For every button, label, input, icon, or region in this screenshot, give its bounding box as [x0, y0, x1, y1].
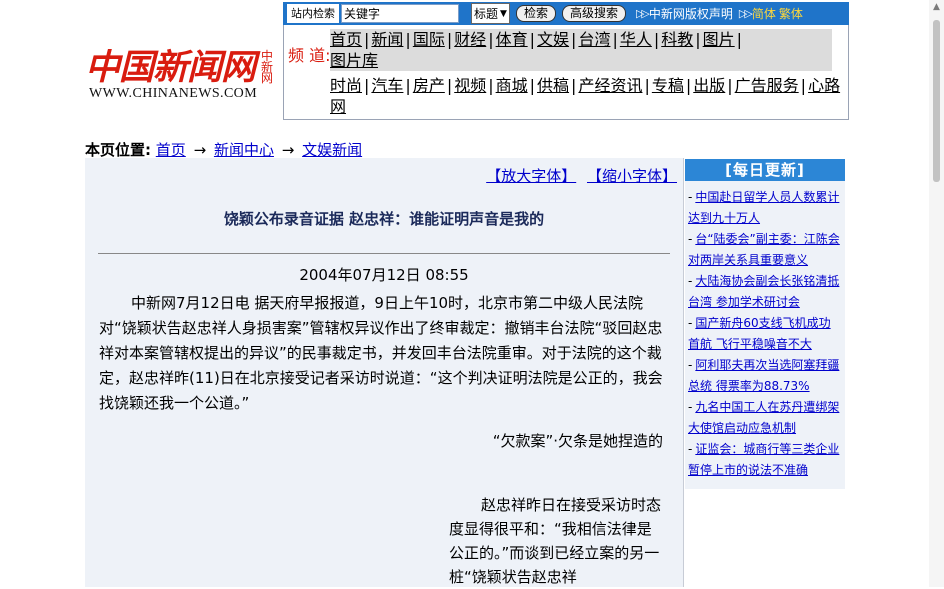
scroll-thumb[interactable]	[933, 20, 940, 182]
list-item: - 阿利耶夫再次当选阿塞拜疆总统 得票率为88.73%	[688, 358, 840, 393]
list-item: - 台“陆委会”副主委：江陈会对两岸关系具重要意义	[688, 232, 840, 267]
simplified-label: 简体	[751, 7, 776, 21]
double-arrow-icon: ▷▷	[635, 7, 650, 20]
channel-link[interactable]: 广告服务	[735, 76, 799, 95]
font-size-controls: 【放大字体】 【缩小字体】	[480, 165, 677, 186]
search-field-select[interactable]: 标题 ▼	[471, 3, 510, 24]
scroll-up-icon[interactable]: ▲	[929, 0, 944, 14]
channel-link[interactable]: 时尚	[330, 76, 362, 95]
channel-row-1: 首页 | 新闻 | 国际 | 财经 | 体育 | 文娱 | 台湾 | 华人 | 科教 | 图片 | 图片库	[330, 29, 832, 71]
channel-link[interactable]: 专稿	[652, 76, 684, 95]
breadcrumb-label: 本页位置:	[85, 141, 151, 159]
search-label: 站内检索	[287, 4, 339, 23]
advanced-search-button[interactable]: 高级搜索	[561, 5, 626, 22]
copyright-label: 中新网版权声明	[648, 7, 733, 21]
channel-link[interactable]: 视频	[454, 76, 486, 95]
channel-link[interactable]: 图片库	[330, 51, 378, 70]
search-input[interactable]	[341, 4, 459, 23]
channel-link[interactable]: 财经	[454, 30, 486, 49]
daily-update-panel: [每日更新] - 中国赴日留学人员人数累计达到九十万人 - 台“陆委会”副主委：江陈…	[685, 159, 845, 489]
article-paragraph: 赵忠祥昨日在接受采访时态度显得很平和：“我相信法律是公正的。”而谈到已经立案的另…	[449, 496, 662, 586]
daily-update-header: [每日更新]	[685, 159, 845, 181]
article: 【放大字体】 【缩小字体】 饶颖公布录音证据 赵忠祥：谁能证明声音是我的 200…	[85, 158, 684, 587]
list-item: - 大陆海协会副会长张铭清抵台湾 参加学术研讨会	[688, 274, 840, 309]
search-field-value: 标题	[474, 7, 499, 21]
article-title: 饶颖公布录音证据 赵忠祥：谁能证明声音是我的	[223, 210, 545, 228]
site-logo[interactable]: 中国新闻网 中新网 WWW.CHINANEWS.COM	[85, 48, 280, 108]
news-link[interactable]: 大陆海协会副会长张铭清抵台湾 参加学术研讨会	[688, 274, 839, 309]
font-shrink-link[interactable]: 【缩小字体】	[587, 167, 677, 185]
breadcrumb-link[interactable]: 新闻中心	[214, 141, 274, 159]
news-link[interactable]: 中国赴日留学人员人数累计达到九十万人	[688, 190, 839, 225]
logo-url: WWW.CHINANEWS.COM	[89, 86, 258, 101]
list-item: - 九名中国工人在苏丹遭绑架 大使馆启动应急机制	[688, 400, 840, 435]
channel-link[interactable]: 产经资讯	[578, 76, 642, 95]
channel-link[interactable]: 体育	[496, 30, 528, 49]
news-link[interactable]: 台“陆委会”副主委：江陈会对两岸关系具重要意义	[688, 232, 840, 267]
channel-link[interactable]: 国际	[413, 30, 445, 49]
channel-link[interactable]: 科教	[661, 30, 693, 49]
traditional-link[interactable]: 繁体	[779, 5, 803, 22]
channel-link[interactable]: 商城	[496, 76, 528, 95]
copyright-link[interactable]: ▷▷ 中新网版权声明	[636, 5, 733, 22]
channel-nav: 频 道: 首页 | 新闻 | 国际 | 财经 | 体育 | 文娱 | 台湾 | 华人 | 科教 | 图片 | 图片库 时…	[283, 25, 849, 120]
font-enlarge-link[interactable]: 【放大字体】	[486, 167, 576, 185]
channel-link[interactable]: 供稿	[537, 76, 569, 95]
breadcrumb-arrow: →	[281, 141, 295, 159]
double-arrow-icon: ▷▷	[738, 7, 753, 20]
channel-link[interactable]: 出版	[693, 76, 725, 95]
news-link[interactable]: 阿利耶夫再次当选阿塞拜疆总统 得票率为88.73%	[688, 358, 839, 393]
news-link[interactable]: 国产新舟60支线飞机成功首航 飞行平稳噪音不大	[688, 316, 831, 351]
news-link[interactable]: 九名中国工人在苏丹遭绑架 大使馆启动应急机制	[688, 400, 839, 435]
channel-label: 频 道:	[288, 46, 331, 65]
channel-link[interactable]: 华人	[620, 30, 652, 49]
list-item: - 中国赴日留学人员人数累计达到九十万人	[688, 190, 840, 225]
chevron-down-icon: ▼	[500, 8, 507, 19]
vertical-scrollbar[interactable]: ▲	[929, 0, 944, 587]
breadcrumb-link[interactable]: 首页	[156, 141, 186, 159]
logo-side-text: 中新网	[261, 49, 274, 85]
channel-link[interactable]: 图片	[703, 30, 735, 49]
title-divider	[98, 253, 670, 254]
article-paragraph: 中新网7月12日电 据天府早报报道，9日上午10时，北京市第二中级人民法院对“饶…	[99, 294, 663, 412]
channel-link[interactable]: 新闻	[371, 30, 403, 49]
breadcrumb-arrow: →	[193, 141, 207, 159]
daily-update-list: - 中国赴日留学人员人数累计达到九十万人 - 台“陆委会”副主委：江陈会对两岸关系具…	[685, 181, 845, 481]
breadcrumb-link[interactable]: 文娱新闻	[302, 141, 362, 159]
breadcrumb: 本页位置: 首页 → 新闻中心 → 文娱新闻	[85, 139, 362, 160]
article-date: 2004年07月12日 08:55	[299, 266, 469, 284]
search-bar: 站内检索 标题 ▼ 检索 高级搜索 ▷▷ 中新网版权声明 ▷▷ 简体 繁体	[283, 2, 849, 25]
search-button[interactable]: 检索	[515, 5, 556, 22]
news-link[interactable]: 证监会：城商行等三类企业暂停上市的说法不准确	[688, 442, 839, 477]
channel-row-2: 时尚 | 汽车 | 房产 | 视频 | 商城 | 供稿 | 产经资讯 | 专稿 | 出版 | 广告服务 | 心路网	[330, 76, 841, 116]
list-item: - 国产新舟60支线飞机成功首航 飞行平稳噪音不大	[688, 316, 831, 351]
channel-link[interactable]: 首页	[330, 30, 362, 49]
article-subhead: “欠款案”·欠条是她捏造的	[492, 432, 663, 450]
channel-link[interactable]: 文娱	[537, 30, 569, 49]
channel-link[interactable]: 汽车	[371, 76, 403, 95]
list-item: - 证监会：城商行等三类企业暂停上市的说法不准确	[688, 442, 840, 477]
logo-text: 中国新闻网	[85, 47, 256, 88]
simplified-link[interactable]: ▷▷ 简体	[739, 5, 776, 22]
channel-link[interactable]: 台湾	[578, 30, 610, 49]
channel-link[interactable]: 房产	[413, 76, 445, 95]
